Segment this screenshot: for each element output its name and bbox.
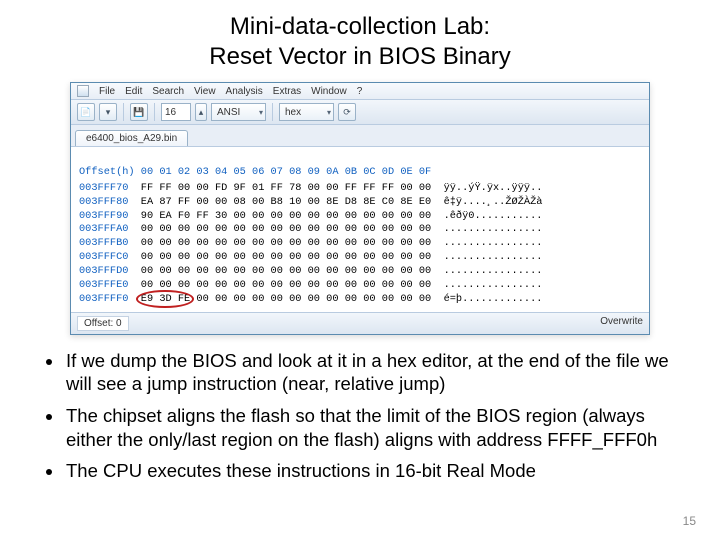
separator <box>123 103 124 121</box>
menu-edit[interactable]: Edit <box>125 86 142 97</box>
menu-extras[interactable]: Extras <box>273 86 301 97</box>
hex-row: 003FFFB0 00 00 00 00 00 00 00 00 00 00 0… <box>79 237 641 251</box>
hex-row: 003FFF80 EA 87 FF 00 00 08 00 B8 10 00 8… <box>79 196 641 210</box>
hex-row: 003FFFC0 00 00 00 00 00 00 00 00 00 00 0… <box>79 251 641 265</box>
hex-row: 003FFF90 90 EA F0 FF 30 00 00 00 00 00 0… <box>79 210 641 224</box>
menu-window[interactable]: Window <box>311 86 347 97</box>
new-icon[interactable]: 📄 <box>77 103 95 121</box>
slide-title: Mini-data-collection Lab: Reset Vector i… <box>40 12 680 72</box>
status-mode: Overwrite <box>600 316 643 331</box>
statusbar: Offset: 0 Overwrite <box>71 312 649 334</box>
tab-bar: e6400_bios_A29.bin <box>71 125 649 147</box>
toolbar: 📄 ▾ 💾 16 ▴ ANSI hex ⟳ <box>71 100 649 125</box>
file-tab[interactable]: e6400_bios_A29.bin <box>75 130 188 146</box>
page-number: 15 <box>683 514 696 528</box>
charset-dropdown[interactable]: ANSI <box>211 103 266 121</box>
stepper-icon[interactable]: ▴ <box>195 103 207 121</box>
separator <box>154 103 155 121</box>
bullet-item: The CPU executes these instructions in 1… <box>64 459 680 483</box>
menu-analysis[interactable]: Analysis <box>226 86 263 97</box>
bullet-item: The chipset aligns the flash so that the… <box>64 404 680 451</box>
title-line1: Mini-data-collection Lab: <box>230 13 490 40</box>
hex-row: 003FFF70 FF FF 00 00 FD 9F 01 FF 78 00 0… <box>79 182 641 196</box>
hex-header: Offset(h) 00 01 02 03 04 05 06 07 08 09 … <box>79 166 641 180</box>
app-icon <box>77 85 89 97</box>
bullet-list: If we dump the BIOS and look at it in a … <box>40 349 680 483</box>
hex-row: 003FFFE0 00 00 00 00 00 00 00 00 00 00 0… <box>79 279 641 293</box>
menu-search[interactable]: Search <box>152 86 184 97</box>
menu-file[interactable]: File <box>99 86 115 97</box>
menubar: File Edit Search View Analysis Extras Wi… <box>71 83 649 100</box>
dropdown-icon[interactable]: ▾ <box>99 103 117 121</box>
width-field[interactable]: 16 <box>161 103 191 121</box>
hex-editor-window: File Edit Search View Analysis Extras Wi… <box>70 82 650 335</box>
refresh-icon[interactable]: ⟳ <box>338 103 356 121</box>
hex-content: Offset(h) 00 01 02 03 04 05 06 07 08 09 … <box>71 147 649 312</box>
hex-row: 003FFFD0 00 00 00 00 00 00 00 00 00 00 0… <box>79 265 641 279</box>
mode-dropdown[interactable]: hex <box>279 103 334 121</box>
status-offset: Offset: 0 <box>77 316 129 331</box>
title-line2: Reset Vector in BIOS Binary <box>209 43 510 70</box>
save-icon[interactable]: 💾 <box>130 103 148 121</box>
hex-row: 003FFFA0 00 00 00 00 00 00 00 00 00 00 0… <box>79 223 641 237</box>
separator <box>272 103 273 121</box>
menu-help[interactable]: ? <box>357 86 363 97</box>
hex-row: 003FFFF0 E9 3D FE 00 00 00 00 00 00 00 0… <box>79 293 641 307</box>
bullet-item: If we dump the BIOS and look at it in a … <box>64 349 680 396</box>
menu-view[interactable]: View <box>194 86 216 97</box>
